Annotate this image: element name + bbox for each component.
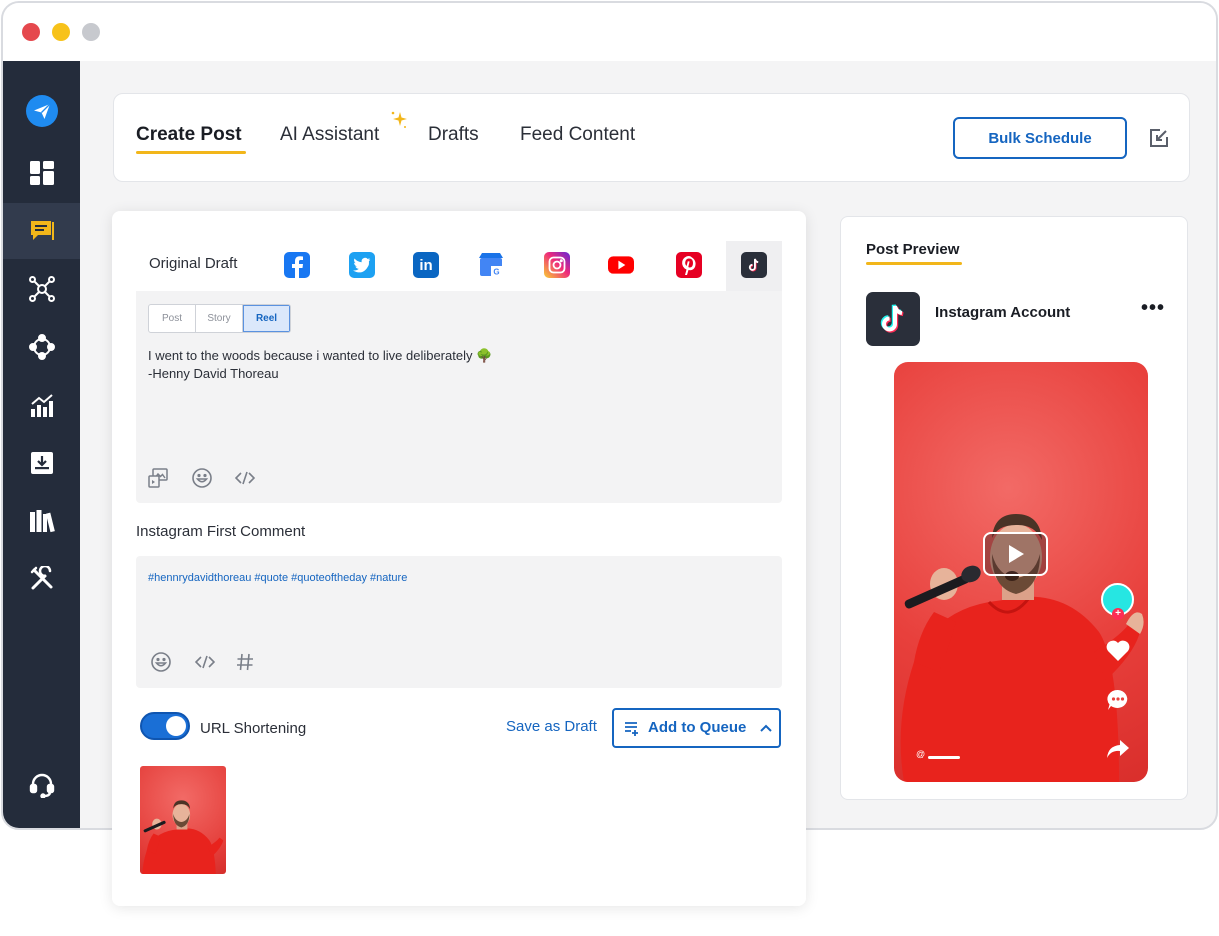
workflow-icon xyxy=(28,334,55,360)
comment-emoji-icon[interactable] xyxy=(149,650,173,674)
add-to-queue-button[interactable]: Add to Queue xyxy=(612,708,781,748)
more-options-icon[interactable]: ••• xyxy=(1141,297,1165,320)
url-shortening-label: URL Shortening xyxy=(200,720,307,737)
sparkle-icon xyxy=(391,111,407,128)
network-nodes-icon xyxy=(28,276,55,302)
facebook-icon[interactable] xyxy=(284,252,310,278)
active-tab-indicator xyxy=(136,151,246,154)
url-shortening-toggle[interactable] xyxy=(140,712,190,740)
code-icon[interactable] xyxy=(233,468,257,488)
top-tab-bar: Create Post AI Assistant Drafts Feed Con… xyxy=(113,93,1190,182)
account-name: Instagram Account xyxy=(935,304,1071,321)
hashtag-icon[interactable] xyxy=(234,651,256,673)
close-window-button[interactable] xyxy=(22,23,40,41)
paper-plane-icon xyxy=(25,95,58,127)
preview-title-underline xyxy=(866,262,962,265)
post-preview-panel: Post Preview Instagram Account ••• + @ xyxy=(840,216,1188,800)
youtube-icon[interactable] xyxy=(608,252,634,278)
emoji-icon[interactable] xyxy=(190,466,214,490)
instagram-icon[interactable] xyxy=(544,252,570,278)
first-comment-text: #hennrydavidthoreau #quote #quoteoftheda… xyxy=(148,572,408,584)
add-to-queue-label: Add to Queue xyxy=(648,719,747,736)
play-button[interactable] xyxy=(983,532,1048,576)
chevron-up-icon[interactable] xyxy=(760,724,772,732)
sidebar-item-analytics[interactable] xyxy=(3,377,80,433)
inbox-download-icon xyxy=(30,452,53,474)
tab-original-draft[interactable]: Original Draft xyxy=(149,255,237,272)
google-business-icon[interactable]: G xyxy=(478,252,504,278)
tools-icon xyxy=(30,566,52,590)
twitter-icon[interactable] xyxy=(349,252,375,278)
post-type-selector: Post Story Reel xyxy=(148,304,291,333)
sidebar-item-support[interactable] xyxy=(3,757,80,813)
caption-placeholder-bar xyxy=(928,756,960,759)
sidebar-item-library[interactable] xyxy=(3,493,80,549)
account-avatar xyxy=(866,292,920,346)
minimize-window-button[interactable] xyxy=(52,23,70,41)
linkedin-icon[interactable]: in xyxy=(413,252,439,278)
sidebar-item-inbox[interactable] xyxy=(3,435,80,491)
svg-text:G: G xyxy=(493,268,499,277)
tab-drafts[interactable]: Drafts xyxy=(428,124,479,146)
draft-text-line-2: -Henny David Thoreau xyxy=(148,366,279,381)
comment-icon[interactable] xyxy=(1106,688,1130,712)
share-icon[interactable] xyxy=(1106,738,1130,760)
tab-feed-content[interactable]: Feed Content xyxy=(520,124,635,146)
sidebar xyxy=(3,61,80,828)
queue-list-icon xyxy=(625,722,638,736)
post-type-story[interactable]: Story xyxy=(196,305,243,332)
bulk-schedule-button[interactable]: Bulk Schedule xyxy=(953,117,1127,159)
dashboard-grid-icon xyxy=(29,161,54,185)
tab-ai-assistant[interactable]: AI Assistant xyxy=(280,124,379,146)
heart-icon[interactable] xyxy=(1105,639,1131,663)
network-tabs: Original Draft in G xyxy=(136,241,782,291)
handle-prefix: @ xyxy=(916,749,926,759)
title-bar xyxy=(3,3,1216,61)
tab-create-post[interactable]: Create Post xyxy=(136,124,242,146)
draft-editor[interactable]: Post Story Reel I went to the woods beca… xyxy=(136,291,782,503)
library-books-icon xyxy=(29,510,55,533)
sidebar-item-dashboard[interactable] xyxy=(3,145,80,201)
first-comment-editor[interactable]: #hennrydavidthoreau #quote #quoteoftheda… xyxy=(136,556,782,688)
zoom-window-button[interactable] xyxy=(82,23,100,41)
support-headset-icon xyxy=(29,773,54,798)
first-comment-label: Instagram First Comment xyxy=(136,523,306,540)
analytics-chart-icon xyxy=(30,394,53,417)
post-composer: Original Draft in G Post Story Reel I we… xyxy=(112,211,806,906)
compose-post-icon xyxy=(30,221,54,240)
reel-preview-media: + @ xyxy=(894,362,1148,782)
follow-plus-icon[interactable]: + xyxy=(1112,608,1124,620)
singer-thumbnail-photo xyxy=(142,800,224,874)
media-library-icon[interactable] xyxy=(146,466,170,490)
toggle-knob xyxy=(166,716,186,736)
post-type-reel[interactable]: Reel xyxy=(243,305,290,332)
pinterest-icon[interactable] xyxy=(676,252,702,278)
sidebar-item-compose[interactable] xyxy=(3,203,80,259)
sidebar-item-home[interactable] xyxy=(3,83,80,139)
play-icon xyxy=(1008,545,1024,563)
sidebar-item-workflow[interactable] xyxy=(3,319,80,375)
sidebar-item-tools[interactable] xyxy=(3,551,80,607)
comment-code-icon[interactable] xyxy=(193,652,217,672)
save-as-draft-button[interactable]: Save as Draft xyxy=(506,718,597,735)
post-preview-title: Post Preview xyxy=(866,241,960,258)
tiktok-icon xyxy=(880,304,904,333)
attached-media-thumbnail[interactable] xyxy=(140,766,226,874)
draft-text-line-1: I went to the woods because i wanted to … xyxy=(148,348,493,363)
post-type-post[interactable]: Post xyxy=(149,305,196,332)
tiktok-tab-icon[interactable] xyxy=(741,252,767,278)
sidebar-item-network[interactable] xyxy=(3,261,80,317)
edit-icon[interactable] xyxy=(1148,127,1170,149)
